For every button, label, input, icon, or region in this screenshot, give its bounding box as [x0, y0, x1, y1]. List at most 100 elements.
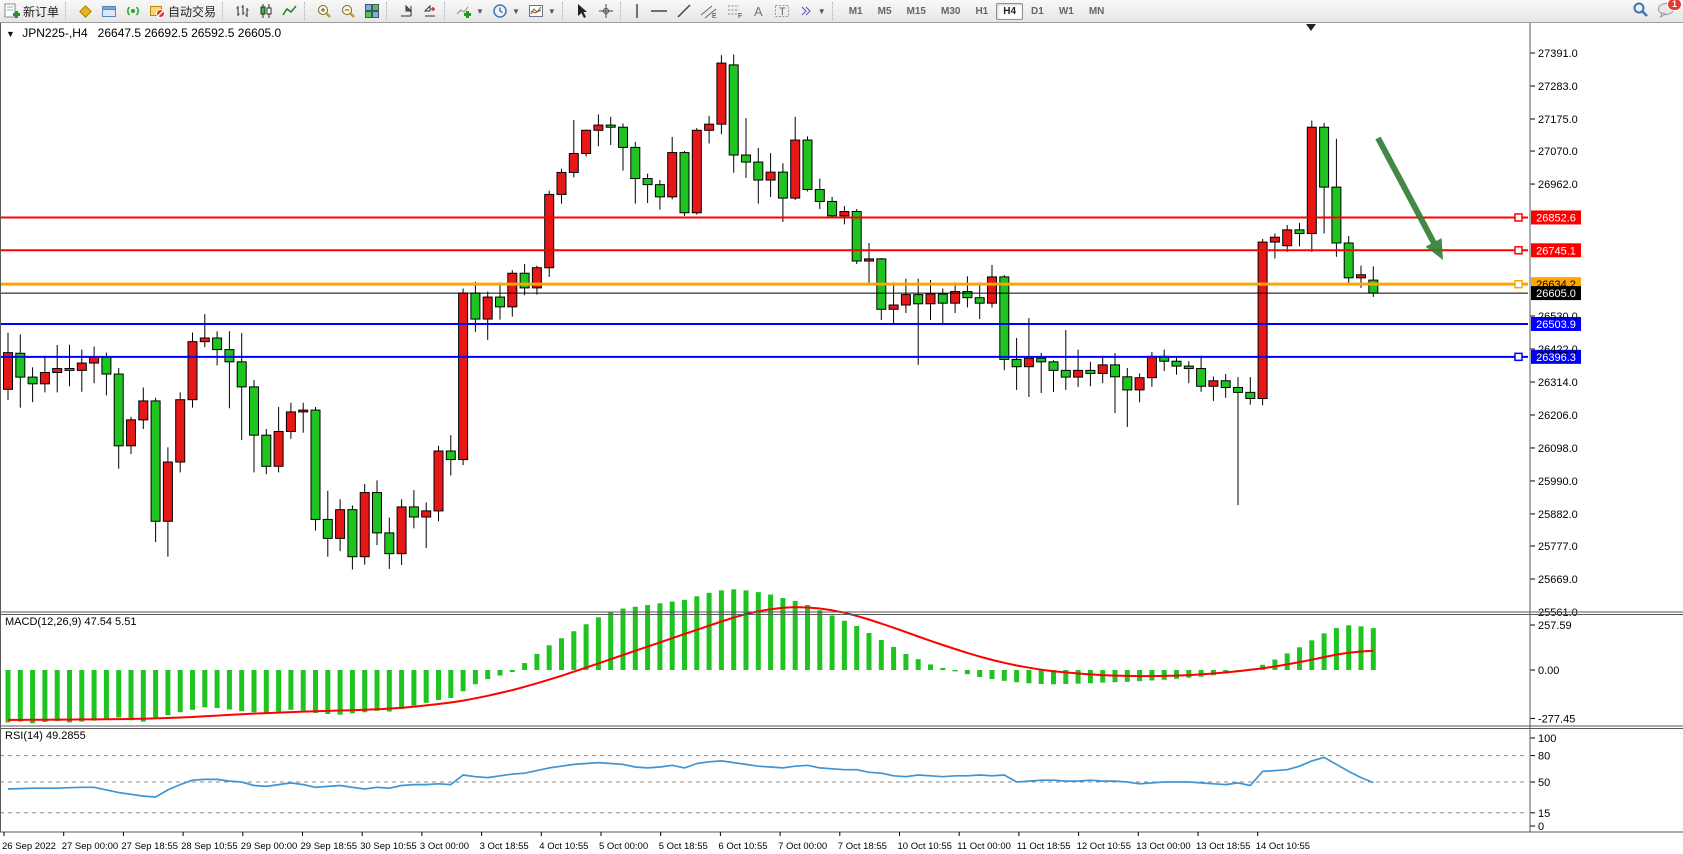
candle	[114, 374, 123, 446]
bar-chart-button[interactable]	[230, 1, 254, 21]
text-label-button[interactable]: T	[770, 1, 794, 21]
candle	[213, 338, 222, 350]
toolbar-separator	[444, 2, 450, 20]
line-handle[interactable]	[1515, 281, 1522, 288]
ohlc-values: 26647.5 26692.5 26592.5 26605.0	[98, 26, 282, 40]
toolbar-separator	[620, 2, 626, 20]
candle	[520, 273, 529, 288]
signals-button[interactable]	[121, 1, 145, 21]
tab-timeframe-m5[interactable]: M5	[871, 3, 899, 20]
line-handle[interactable]	[1515, 214, 1522, 221]
main-toolbar: 新订单 自动交易	[0, 0, 1683, 23]
horizontal-line-button[interactable]	[646, 1, 672, 21]
mt4-window: { "toolbar": { "new_order_label": "新订单",…	[0, 0, 1683, 854]
tab-timeframe-w1[interactable]: W1	[1052, 3, 1081, 20]
candle	[28, 377, 37, 384]
tab-timeframe-m1[interactable]: M1	[842, 3, 870, 20]
line-handle[interactable]	[1515, 353, 1522, 360]
auto-scroll-button[interactable]	[394, 1, 418, 21]
macd-histogram	[6, 589, 1376, 723]
candle	[1074, 370, 1083, 377]
svg-text:14 Oct 10:55: 14 Oct 10:55	[1256, 841, 1310, 852]
svg-text:26098.0: 26098.0	[1538, 443, 1578, 455]
candle	[323, 519, 332, 538]
trendline-button[interactable]	[672, 1, 696, 21]
candle	[828, 201, 837, 215]
candle	[139, 401, 148, 420]
metaeditor-button[interactable]	[73, 1, 97, 21]
candle	[434, 451, 443, 511]
fibonacci-icon: F	[726, 3, 744, 19]
vertical-line-button[interactable]	[628, 1, 646, 21]
tab-timeframe-h4[interactable]: H4	[996, 3, 1023, 20]
candle	[692, 130, 701, 212]
candle	[1037, 358, 1046, 362]
equidistant-channel-button[interactable]: E	[696, 1, 722, 21]
notifications-chat-button[interactable]: 1	[1657, 2, 1675, 21]
autotrading-button[interactable]: 自动交易	[145, 1, 220, 21]
candle	[188, 342, 197, 400]
svg-text:27175.0: 27175.0	[1538, 114, 1578, 126]
candle	[1135, 378, 1144, 390]
chart-info-line[interactable]: ▼ JPN225-,H4 26647.5 26692.5 26592.5 266…	[6, 26, 281, 40]
text-button[interactable]: A	[748, 1, 770, 21]
candle	[385, 533, 394, 554]
svg-text:4 Oct 10:55: 4 Oct 10:55	[539, 841, 588, 852]
crosshair-button[interactable]	[594, 1, 618, 21]
chart-shift-marker[interactable]	[1306, 24, 1316, 31]
trend-arrow-annotation[interactable]	[1378, 138, 1443, 260]
candle	[865, 259, 874, 261]
tile-windows-button[interactable]	[360, 1, 384, 21]
indicators-button[interactable]: ▼	[452, 1, 488, 21]
candlestick-series	[4, 55, 1378, 570]
candle	[1024, 358, 1033, 367]
price-chart-canvas[interactable]: 26852.626745.126634.226605.026503.926396…	[0, 0, 1683, 854]
svg-text:-277.45: -277.45	[1538, 713, 1575, 725]
candle	[348, 510, 357, 557]
zoom-out-button[interactable]	[336, 1, 360, 21]
tab-timeframe-m15[interactable]: M15	[900, 3, 933, 20]
candle	[1234, 387, 1243, 392]
search-icon[interactable]	[1632, 1, 1649, 21]
trendline-icon	[676, 3, 692, 19]
bar-chart-icon	[234, 3, 250, 19]
candle	[250, 387, 259, 435]
candle	[1197, 369, 1206, 387]
candle	[1098, 365, 1107, 374]
terminal-button[interactable]	[97, 1, 121, 21]
horizontal-line-icon	[650, 3, 668, 19]
candle	[594, 125, 603, 130]
zoom-out-icon	[340, 3, 356, 19]
templates-button[interactable]: ▼	[524, 1, 560, 21]
new-order-button[interactable]: 新订单	[0, 1, 63, 21]
arrows-button[interactable]: ▼	[794, 1, 830, 21]
candle	[373, 493, 382, 533]
zoom-in-button[interactable]	[312, 1, 336, 21]
line-chart-button[interactable]	[278, 1, 302, 21]
tab-timeframe-m30[interactable]: M30	[934, 3, 967, 20]
candle	[409, 507, 418, 517]
price-badge-label: 26605.0	[1536, 288, 1576, 300]
symbol-period-label: JPN225-,H4	[22, 26, 87, 40]
periods-button[interactable]: ▼	[488, 1, 524, 21]
candle	[262, 435, 271, 466]
svg-text:27 Sep 00:00: 27 Sep 00:00	[62, 841, 119, 852]
tab-timeframe-h1[interactable]: H1	[968, 3, 995, 20]
tab-timeframe-d1[interactable]: D1	[1024, 3, 1051, 20]
tab-timeframe-mn[interactable]: MN	[1082, 3, 1112, 20]
macd-indicator-label: MACD(12,26,9) 47.54 5.51	[5, 616, 136, 628]
fibonacci-button[interactable]: F	[722, 1, 748, 21]
candle	[926, 294, 935, 304]
candle	[508, 273, 517, 307]
templates-icon	[528, 3, 544, 19]
chart-shift-button[interactable]	[418, 1, 442, 21]
line-handle[interactable]	[1515, 247, 1522, 254]
cursor-button[interactable]	[570, 1, 594, 21]
candle	[545, 194, 554, 267]
candle	[988, 277, 997, 303]
candle	[102, 357, 111, 374]
candle	[705, 124, 714, 130]
collapse-triangle-icon[interactable]: ▼	[6, 29, 15, 39]
candlestick-chart-button[interactable]	[254, 1, 278, 21]
svg-text:A: A	[754, 4, 763, 19]
